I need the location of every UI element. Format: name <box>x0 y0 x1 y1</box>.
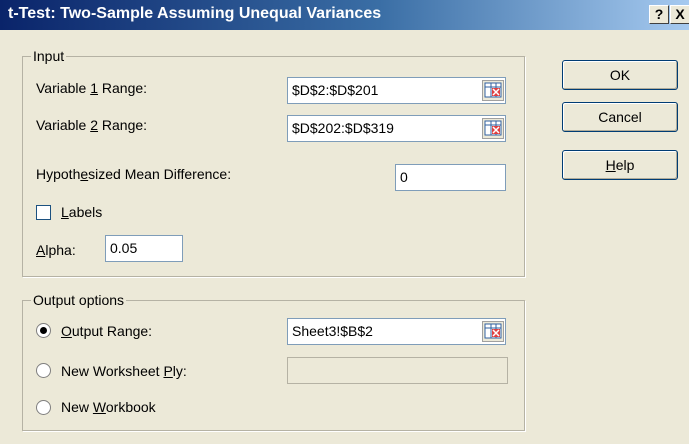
alpha-input[interactable]: 0.05 <box>105 235 183 262</box>
output-range-label: Output Range: <box>61 323 153 339</box>
variable-2-range-select-icon[interactable] <box>482 118 504 139</box>
output-range-select-icon[interactable] <box>482 321 504 342</box>
cancel-button[interactable]: Cancel <box>562 102 678 132</box>
input-group-legend: Input <box>33 48 65 64</box>
alpha-label: Alpha: <box>36 242 76 258</box>
labels-checkbox[interactable] <box>36 205 51 220</box>
output-range-radio[interactable] <box>36 323 51 338</box>
new-workbook-label: New Workbook <box>61 399 156 415</box>
variable-1-label: Variable 1 Range: <box>36 80 148 96</box>
output-range-input[interactable]: Sheet3!$B$2 <box>287 318 506 345</box>
new-worksheet-ply-label: New Worksheet Ply: <box>61 363 187 379</box>
new-workbook-radio[interactable] <box>36 400 51 415</box>
new-worksheet-ply-input[interactable] <box>287 357 508 384</box>
ttest-dialog: t-Test: Two-Sample Assuming Unequal Vari… <box>0 0 689 444</box>
help-title-button[interactable]: ? <box>649 5 669 24</box>
hypothesized-mean-difference-label: Hypothesized Mean Difference: <box>36 166 232 182</box>
variable-1-range-input[interactable]: $D$2:$D$201 <box>287 77 506 104</box>
output-options-legend: Output options <box>33 292 125 308</box>
variable-2-range-input[interactable]: $D$202:$D$319 <box>287 115 506 142</box>
close-button[interactable]: X <box>670 5 689 24</box>
help-button[interactable]: Help <box>562 150 678 180</box>
new-worksheet-ply-radio[interactable] <box>36 363 51 378</box>
dialog-title: t-Test: Two-Sample Assuming Unequal Vari… <box>8 5 382 22</box>
title-bar[interactable]: t-Test: Two-Sample Assuming Unequal Vari… <box>0 0 689 30</box>
ok-button[interactable]: OK <box>562 60 678 90</box>
variable-2-label: Variable 2 Range: <box>36 117 148 133</box>
hypothesized-mean-difference-input[interactable]: 0 <box>395 164 506 191</box>
labels-label: Labels <box>61 204 103 220</box>
variable-1-range-select-icon[interactable] <box>482 80 504 101</box>
